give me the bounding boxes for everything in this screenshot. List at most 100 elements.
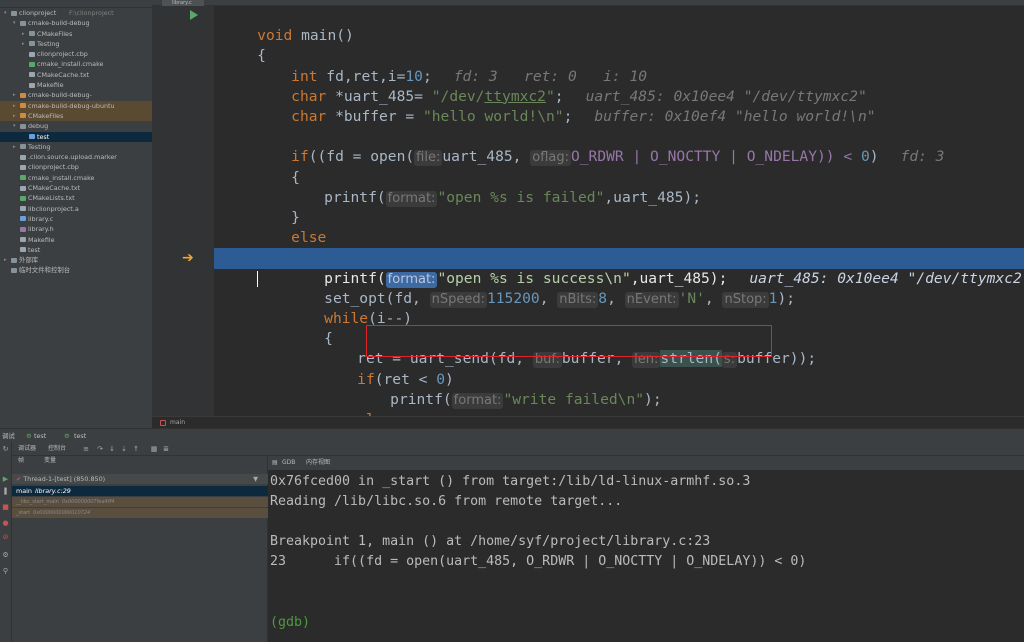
mute-breakpoints-icon[interactable]: ⊘ — [2, 534, 9, 541]
thread-selector[interactable]: ✔ Thread-1-[test] (850.850) ▼ — [12, 474, 268, 484]
c-icon — [20, 216, 26, 222]
breadcrumb-item-main[interactable]: main — [170, 419, 185, 426]
tree-item[interactable]: CMakeCache.txt — [0, 183, 152, 193]
tree-item[interactable]: ▸ cmake-build-debug-ubuntu — [0, 100, 152, 111]
chevron-right-icon[interactable]: ▸ — [22, 29, 25, 39]
lib-icon — [11, 257, 17, 263]
tree-item-label: CMakeFiles — [37, 29, 73, 38]
stack-frame[interactable]: main library.c:29 — [12, 486, 268, 496]
project-tool-window: ▾ clionproject F:\clionproject ▾ cmake-build… — [0, 0, 152, 428]
code-line-22: 22 — [214, 107, 1024, 127]
force-step-into-icon[interactable]: ⇣ — [120, 445, 128, 453]
code-line-30: 30set_opt(fd, nSpeed:115200, nBits:8, nE… — [214, 269, 1024, 308]
run-config-icon: ⚙ — [26, 432, 32, 440]
tree-item[interactable]: ▾ clionproject F:\clionproject — [0, 8, 152, 18]
folder-icon — [11, 10, 17, 16]
tree-item[interactable]: clionproject.cbp — [0, 162, 152, 172]
folder-orange-icon — [20, 92, 26, 98]
folder-icon — [20, 144, 26, 150]
evaluate-expression-icon[interactable]: ▦ — [150, 445, 158, 453]
settings-icon[interactable]: ⚙ — [2, 552, 9, 559]
run-icon[interactable] — [190, 10, 198, 20]
show-execution-point-icon[interactable]: ≡ — [82, 445, 90, 453]
tree-item-label: Testing — [37, 39, 60, 48]
pause-icon[interactable]: ❚ — [2, 488, 9, 495]
tree-item[interactable]: CMakeCache.txt — [0, 70, 152, 80]
resume-icon[interactable]: ▶ — [2, 476, 9, 483]
tree-item[interactable]: libclionproject.a — [0, 204, 152, 214]
code-line-27: 27else — [214, 208, 1024, 246]
rerun-icon[interactable]: ↻ — [2, 446, 9, 453]
run-config-icon: ⚙ — [64, 432, 70, 440]
tab-frames[interactable]: 帧 — [18, 454, 24, 468]
stack-frame[interactable]: _start 0x0000000000010724 — [12, 508, 268, 518]
chevron-right-icon[interactable]: ▸ — [4, 255, 7, 265]
tree-item[interactable]: cmake_install.cmake — [0, 173, 152, 183]
chevron-right-icon[interactable]: ▸ — [13, 90, 16, 100]
tree-item[interactable]: test — [0, 245, 152, 255]
checkmark-icon: ✔ — [16, 475, 22, 483]
code-line-29-execution-point: 29printf(format:"open %s is success\n",u… — [214, 248, 1024, 288]
chevron-down-icon[interactable]: ▾ — [13, 121, 16, 131]
tree-item-label: Makefile — [37, 81, 64, 90]
gdb-console[interactable]: ▤ GDB 内存视图 0x76fced00 in _start () from … — [268, 456, 1024, 642]
step-over-icon[interactable]: ↷ — [96, 445, 104, 453]
tree-item-path: F:\clionproject — [69, 9, 114, 17]
tree-item[interactable]: ▸ Testing — [0, 39, 152, 49]
tree-item[interactable]: Makefile — [0, 235, 152, 245]
layout-icon[interactable]: ≣ — [162, 445, 170, 453]
tree-item-label: cmake-build-debug- — [28, 91, 92, 100]
chevron-down-icon[interactable]: ▾ — [13, 18, 16, 28]
stack-frame[interactable]: __libc_start_main 0x000000007fea4ff4 — [12, 497, 268, 507]
breadcrumb: main — [152, 416, 1024, 428]
tree-item-label: debug — [28, 122, 49, 131]
editor-gutter[interactable]: ➔ — [152, 6, 214, 416]
tree-item[interactable]: clionproject.cbp — [0, 49, 152, 59]
step-into-icon[interactable]: ↓ — [108, 445, 116, 453]
tree-item-label: clionproject — [19, 9, 57, 17]
tree-item-label: cmake-build-debug-ubuntu — [28, 101, 115, 110]
file-icon — [20, 206, 26, 212]
filter-icon[interactable]: ▼ — [253, 474, 258, 484]
tab-gdb[interactable]: GDB — [282, 456, 295, 470]
gdb-prompt[interactable]: (gdb) — [270, 613, 310, 633]
chevron-right-icon[interactable]: ▸ — [22, 39, 25, 49]
session-tab-1[interactable]: test — [34, 429, 46, 443]
tree-item[interactable]: ▸ CMakeFiles — [0, 29, 152, 39]
tab-memory-view[interactable]: 内存视图 — [306, 456, 330, 470]
tree-item[interactable]: 临时文件和控制台 — [0, 265, 152, 275]
view-breakpoints-icon[interactable]: ● — [2, 520, 9, 527]
scratch-icon — [11, 267, 17, 273]
step-out-icon[interactable]: ↑ — [132, 445, 140, 453]
chevron-down-icon[interactable]: ▾ — [4, 8, 7, 18]
pin-icon[interactable]: ⚲ — [2, 568, 9, 575]
chevron-right-icon[interactable]: ▸ — [13, 111, 16, 121]
tree-item[interactable]: cmake_install.cmake — [0, 59, 152, 69]
file-icon — [20, 185, 26, 191]
session-tab-2[interactable]: test — [74, 429, 86, 443]
tree-item-label: clionproject.cbp — [28, 163, 79, 172]
tree-item[interactable]: ▸ CMakeFiles — [0, 110, 152, 122]
tab-variables[interactable]: 变量 — [44, 454, 56, 468]
tree-item[interactable]: Makefile — [0, 80, 152, 90]
debug-action-strip: ↻ ▶ ❚ ■ ● ⊘ ⚙ ⚲ — [0, 442, 12, 642]
chevron-right-icon[interactable]: ▸ — [13, 101, 16, 111]
file-icon — [20, 237, 26, 243]
tree-item[interactable]: library.h — [0, 224, 152, 234]
tree-item-label: test — [37, 132, 50, 141]
file-icon — [29, 82, 35, 88]
tree-item[interactable]: CMakeLists.txt — [0, 193, 152, 203]
tree-item[interactable]: ▸ 外部库 — [0, 255, 152, 265]
tree-item[interactable]: ▾ debug — [0, 121, 152, 131]
tree-item[interactable]: test — [0, 131, 152, 142]
tree-item[interactable]: ▸ Testing — [0, 142, 152, 152]
tree-item-label: CMakeLists.txt — [28, 194, 75, 203]
stop-icon[interactable]: ■ — [2, 504, 9, 511]
file-icon — [20, 164, 26, 170]
tree-item[interactable]: library.c — [0, 214, 152, 224]
tree-item[interactable]: ▾ cmake-build-debug — [0, 18, 152, 28]
console-line: Breakpoint 1, main () at /home/syf/proje… — [270, 534, 711, 549]
tree-item[interactable]: ▸ cmake-build-debug- — [0, 90, 152, 100]
chevron-right-icon[interactable]: ▸ — [13, 142, 16, 152]
tree-item[interactable]: .clion.source.upload.marker — [0, 152, 152, 162]
